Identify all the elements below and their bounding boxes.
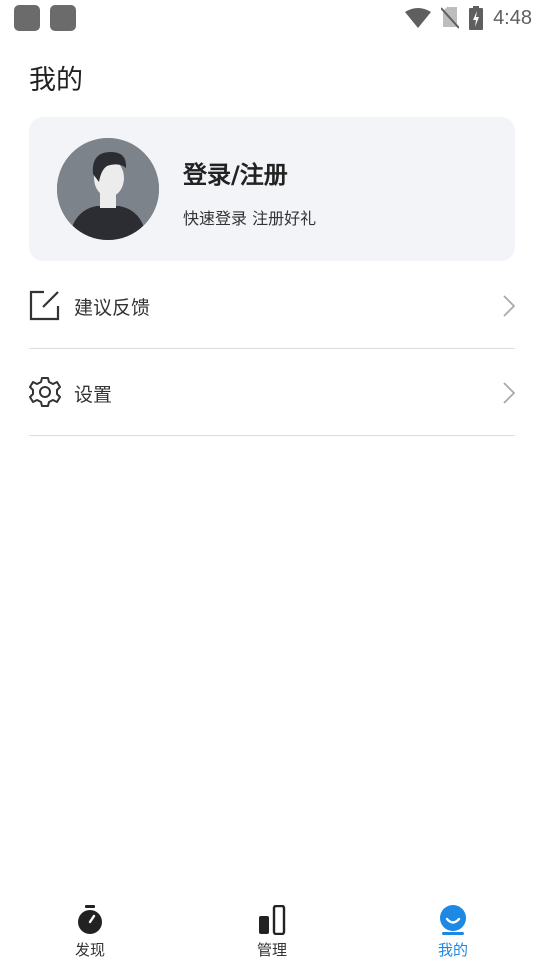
notification-square-icon bbox=[50, 5, 76, 31]
status-time: 4:48 bbox=[493, 6, 532, 29]
gear-icon bbox=[29, 377, 61, 407]
status-bar: 4:48 bbox=[0, 0, 544, 36]
nav-label: 发现 bbox=[74, 941, 105, 959]
profile-login-title[interactable]: 登录/注册 bbox=[183, 155, 288, 190]
profile-card[interactable]: 登录/注册 快速登录 注册好礼 bbox=[29, 117, 515, 261]
nav-item-mine[interactable]: 我的 bbox=[393, 895, 513, 967]
user-avatar-icon[interactable] bbox=[57, 138, 159, 240]
bottom-nav: 发现 管理 我的 bbox=[0, 895, 544, 967]
chevron-right-icon bbox=[503, 382, 515, 404]
menu-item-feedback[interactable]: 建议反馈 bbox=[29, 262, 515, 349]
battery-charging-icon bbox=[469, 6, 484, 30]
nav-item-manage[interactable]: 管理 bbox=[212, 895, 332, 967]
bars-icon bbox=[259, 905, 286, 935]
menu-item-label: 建议反馈 bbox=[74, 297, 151, 319]
page-title: 我的 bbox=[29, 65, 83, 96]
notification-square-icon bbox=[14, 5, 40, 31]
nav-label: 管理 bbox=[256, 941, 287, 959]
profile-subtitle: 快速登录 注册好礼 bbox=[183, 209, 317, 228]
menu-item-settings[interactable]: 设置 bbox=[29, 349, 515, 436]
nav-label: 我的 bbox=[437, 941, 468, 959]
menu-item-label: 设置 bbox=[74, 384, 113, 406]
wifi-icon bbox=[405, 8, 432, 28]
profile-icon bbox=[440, 905, 466, 935]
nav-item-discover[interactable]: 发现 bbox=[30, 895, 150, 967]
stopwatch-icon bbox=[78, 905, 102, 934]
chevron-right-icon bbox=[503, 295, 515, 317]
feedback-edit-icon bbox=[29, 290, 60, 321]
no-sim-icon bbox=[441, 7, 460, 29]
